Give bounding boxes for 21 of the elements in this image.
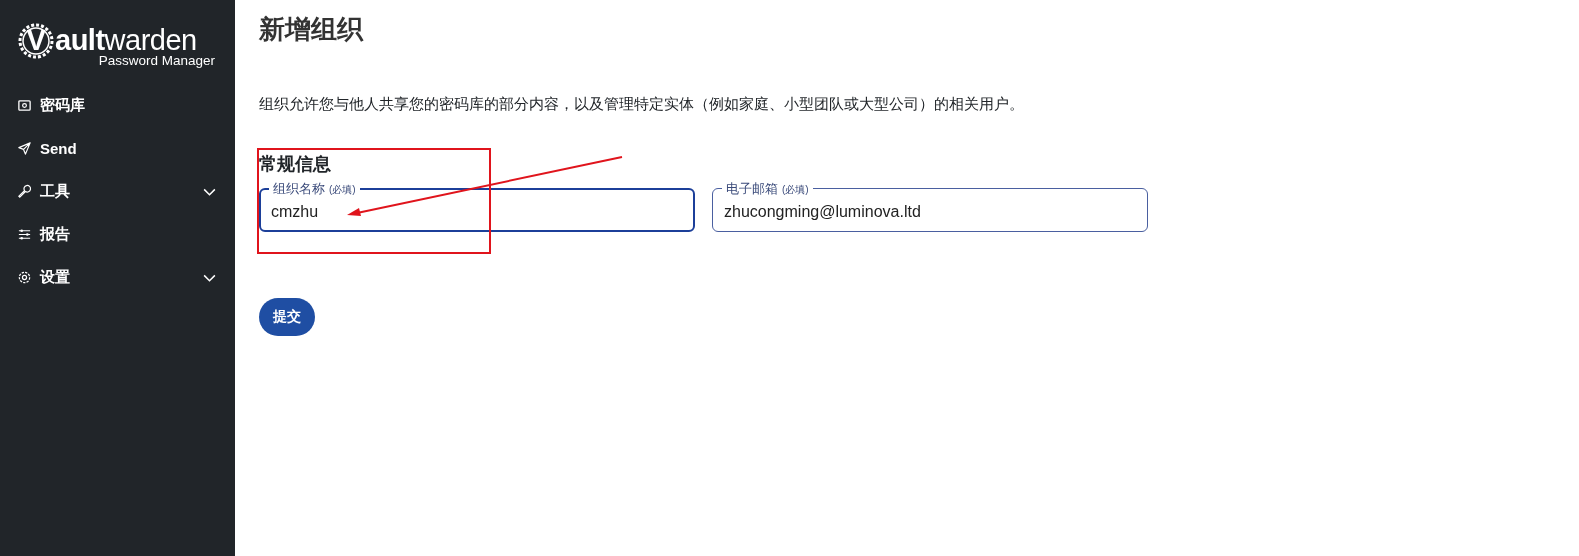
text-input[interactable]: zhucongming@luminova.ltd [714, 198, 1146, 230]
text-input[interactable]: cmzhu [261, 198, 693, 230]
sidebar-item[interactable]: 报告 [17, 223, 217, 245]
sidebar-item[interactable]: 密码库 [17, 94, 217, 116]
required-note: (必填) [782, 183, 809, 197]
logo-tagline: Password Manager [97, 53, 216, 68]
sidebar-item[interactable]: 设置 [17, 266, 217, 288]
submit-button[interactable]: 提交 [259, 298, 315, 336]
paper-plane-icon [17, 140, 32, 156]
input-field[interactable]: 电子邮箱 (必填) zhucongming@luminova.ltd [712, 180, 1148, 232]
page-description: 组织允许您与他人共享您的密码库的部分内容，以及管理特定实体（例如家庭、小型团队或大型公司）的相关用户。 [259, 95, 1025, 114]
gear-icon [17, 269, 32, 285]
sidebar-item[interactable]: Send [17, 137, 217, 159]
input-field[interactable]: 组织名称 (必填) cmzhu [259, 180, 695, 232]
required-note: (必填) [329, 183, 356, 197]
page-title: 新增组织 [259, 13, 365, 46]
section-title: 常规信息 [259, 153, 332, 176]
sidebar-item[interactable]: 工具 [17, 180, 217, 202]
field-label: 组织名称 [273, 180, 325, 198]
field-label: 电子邮箱 [726, 180, 778, 198]
vault-icon [17, 97, 32, 113]
